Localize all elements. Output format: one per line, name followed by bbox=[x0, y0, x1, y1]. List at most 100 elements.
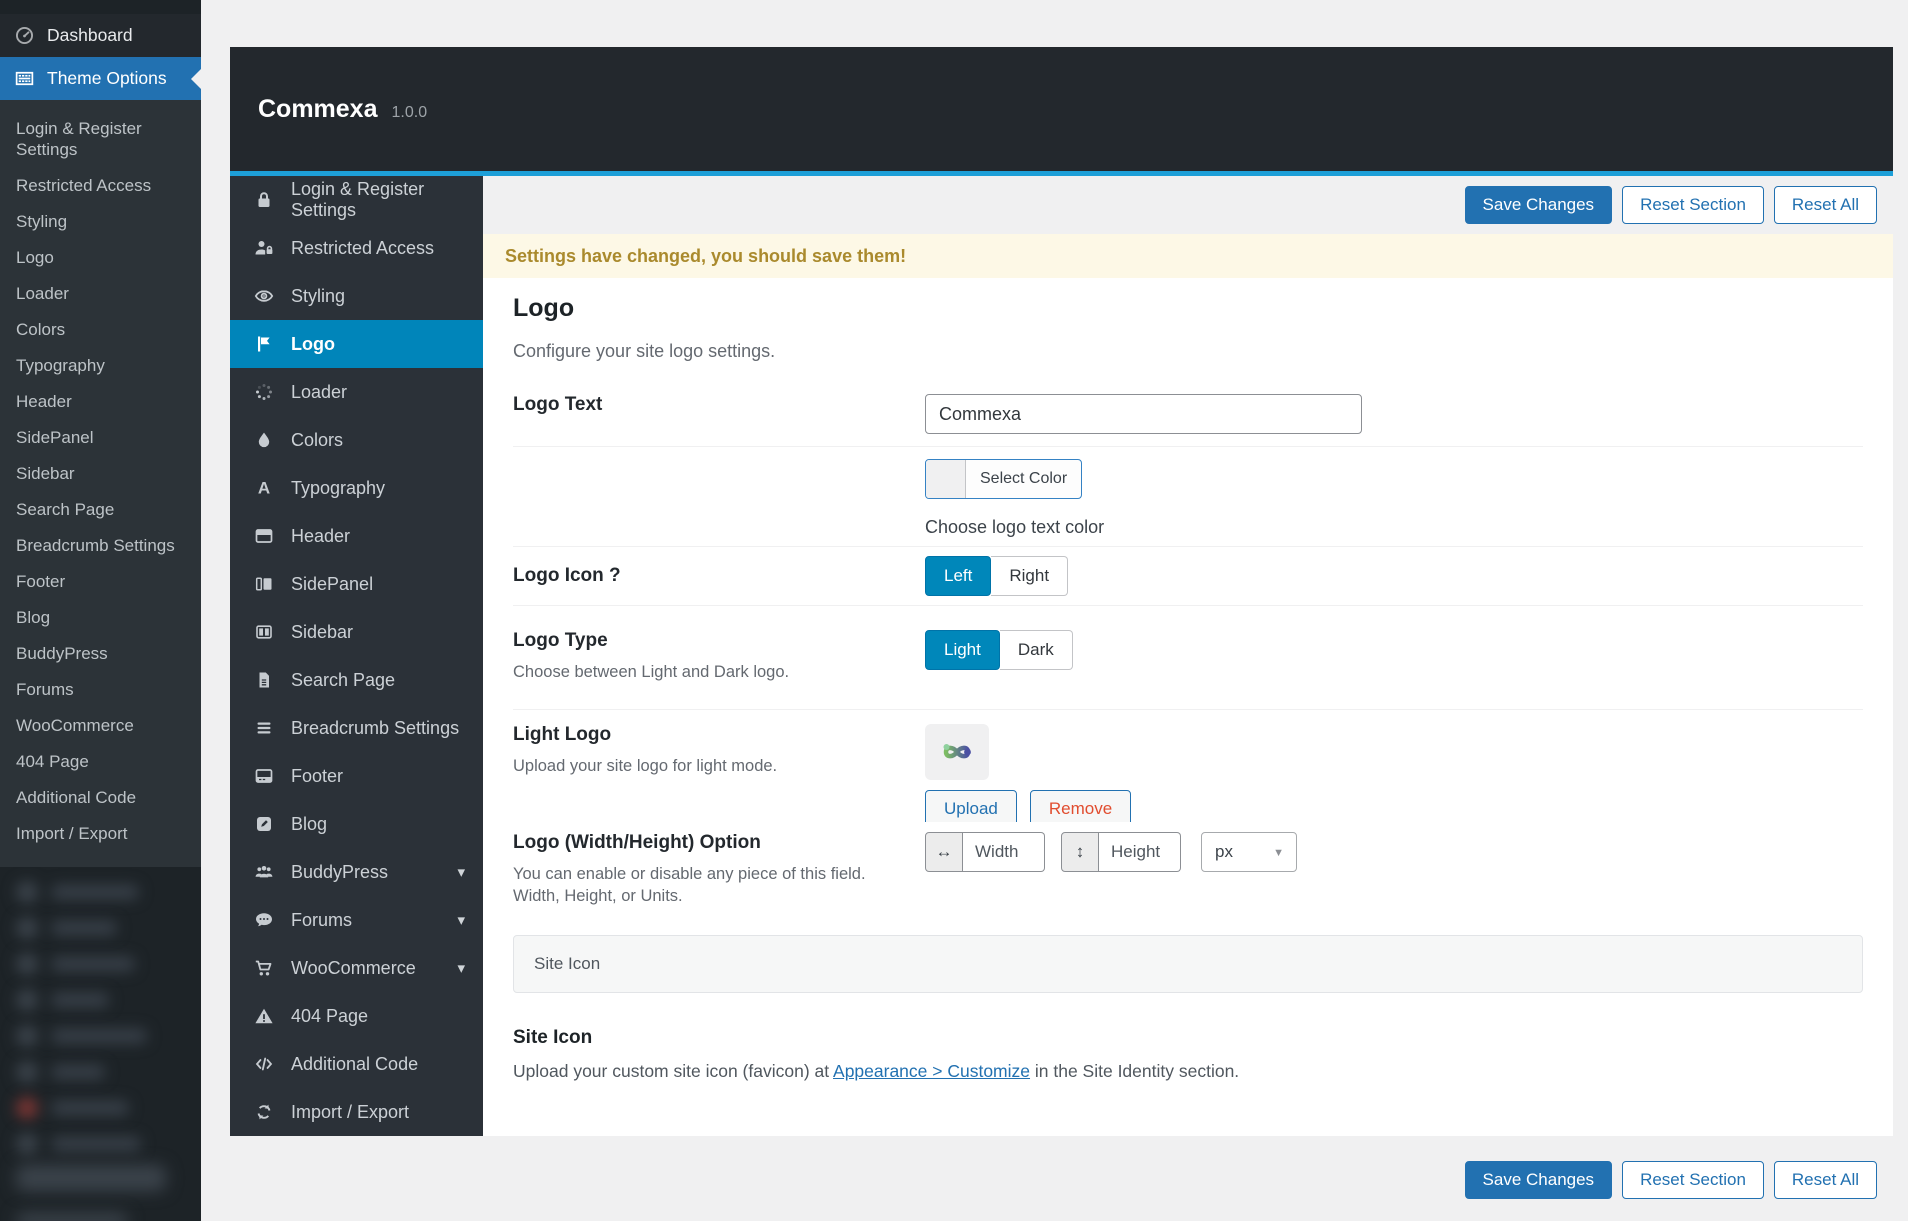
lock-icon bbox=[258, 192, 270, 207]
wp-submenu-item[interactable]: SidePanel bbox=[0, 419, 201, 455]
field-logo-dimensions: Logo (Width/Height) Option You can enabl… bbox=[513, 822, 1863, 907]
wp-menu-dashboard[interactable]: Dashboard bbox=[0, 14, 201, 57]
save-changes-button-bottom[interactable]: Save Changes bbox=[1464, 1161, 1613, 1199]
logo-icon-right-option[interactable]: Right bbox=[991, 556, 1069, 596]
color-swatch bbox=[926, 460, 966, 498]
logo-type-dark-option[interactable]: Dark bbox=[999, 630, 1073, 670]
droplet-icon bbox=[258, 432, 270, 448]
eye-icon bbox=[254, 290, 274, 302]
reset-section-button[interactable]: Reset Section bbox=[1622, 186, 1764, 224]
wp-submenu-item[interactable]: Colors bbox=[0, 311, 201, 347]
wp-submenu-item[interactable]: 404 Page bbox=[0, 743, 201, 779]
options-tab-logo[interactable]: Logo bbox=[230, 320, 483, 368]
options-tab-colors[interactable]: Colors bbox=[230, 416, 483, 464]
logo-text-label: Logo Text bbox=[513, 394, 603, 415]
footer-icon bbox=[255, 769, 273, 783]
wp-submenu-item[interactable]: Blog bbox=[0, 599, 201, 635]
logo-type-light-option[interactable]: Light bbox=[925, 630, 1000, 670]
wp-submenu-item[interactable]: Header bbox=[0, 383, 201, 419]
logo-type-description: Choose between Light and Dark logo. bbox=[513, 663, 790, 681]
pencil-icon bbox=[257, 817, 271, 831]
options-tab-buddypress[interactable]: BuddyPress ▾ bbox=[230, 848, 483, 896]
light-logo-preview[interactable] bbox=[925, 724, 989, 780]
code-icon bbox=[255, 1057, 273, 1071]
field-logo-text: Logo Text bbox=[513, 362, 1863, 447]
options-tab-forums[interactable]: Forums ▾ bbox=[230, 896, 483, 944]
warning-icon bbox=[255, 1008, 273, 1024]
sidebar-columns-icon bbox=[256, 625, 272, 639]
logo-type-label: Logo Type bbox=[513, 630, 608, 651]
unit-select[interactable]: px ▼ bbox=[1201, 832, 1297, 872]
select-color-button[interactable]: Select Color bbox=[925, 459, 1083, 499]
appearance-customize-link[interactable]: Appearance > Customize bbox=[833, 1061, 1030, 1081]
chevron-down-icon[interactable]: ▾ bbox=[457, 959, 465, 977]
panel-version: 1.0.0 bbox=[391, 104, 428, 121]
sidepanel-icon bbox=[255, 577, 272, 591]
options-tab-loader[interactable]: Loader bbox=[230, 368, 483, 416]
options-tab-breadcrumb-settings[interactable]: Breadcrumb Settings bbox=[230, 704, 483, 752]
options-tab-404-page[interactable]: 404 Page bbox=[230, 992, 483, 1040]
wp-submenu-item[interactable]: Logo bbox=[0, 239, 201, 275]
options-tab-typography[interactable]: A Typography bbox=[230, 464, 483, 512]
options-tab-blog[interactable]: Blog bbox=[230, 800, 483, 848]
wp-submenu-item[interactable]: Search Page bbox=[0, 491, 201, 527]
reset-all-button[interactable]: Reset All bbox=[1773, 186, 1877, 224]
upload-button[interactable]: Upload bbox=[925, 790, 1017, 822]
chevron-down-icon[interactable]: ▾ bbox=[457, 863, 465, 881]
section-description: Configure your site logo settings. bbox=[513, 341, 776, 361]
dimensions-label: Logo (Width/Height) Option bbox=[513, 832, 761, 853]
options-tab-styling[interactable]: Styling bbox=[230, 272, 483, 320]
options-tab-additional-code[interactable]: Additional Code bbox=[230, 1040, 483, 1088]
options-tab-import-export[interactable]: Import / Export bbox=[230, 1088, 483, 1136]
menu-lines-icon bbox=[257, 722, 271, 734]
light-logo-description: Upload your site logo for light mode. bbox=[513, 757, 778, 775]
wp-submenu-item[interactable]: Footer bbox=[0, 563, 201, 599]
options-tab-restricted-access[interactable]: Restricted Access bbox=[230, 224, 483, 272]
reset-all-button-bottom[interactable]: Reset All bbox=[1773, 1161, 1877, 1199]
wp-submenu-item[interactable]: Loader bbox=[0, 275, 201, 311]
wp-submenu-item[interactable]: Import / Export bbox=[0, 815, 201, 851]
wp-submenu-item[interactable]: Typography bbox=[0, 347, 201, 383]
wp-submenu-item[interactable]: Styling bbox=[0, 203, 201, 239]
logo-icon-left-option[interactable]: Left bbox=[925, 556, 992, 596]
options-tab-footer[interactable]: Footer bbox=[230, 752, 483, 800]
options-tab-header[interactable]: Header bbox=[230, 512, 483, 560]
width-input[interactable] bbox=[963, 832, 1045, 872]
width-arrow-icon: ↔ bbox=[925, 832, 963, 872]
light-logo-label: Light Logo bbox=[513, 724, 612, 745]
wp-submenu-item[interactable]: Sidebar bbox=[0, 455, 201, 491]
field-light-logo: Light Logo Upload your site logo for lig… bbox=[513, 710, 1863, 822]
wp-submenu-item[interactable]: Forums bbox=[0, 671, 201, 707]
wp-submenu-item[interactable]: BuddyPress bbox=[0, 635, 201, 671]
options-tab-login-register[interactable]: Login & Register Settings bbox=[230, 176, 483, 224]
save-changes-button[interactable]: Save Changes bbox=[1464, 186, 1613, 224]
svg-text:A: A bbox=[258, 479, 270, 498]
wp-theme-options-submenu: Login & Register Settings Restricted Acc… bbox=[0, 100, 201, 867]
bottom-toolbar: Save Changes Reset Section Reset All bbox=[230, 1136, 1893, 1221]
wp-submenu-item[interactable]: Restricted Access bbox=[0, 167, 201, 203]
options-tab-search-page[interactable]: Search Page bbox=[230, 656, 483, 704]
logo-text-input[interactable] bbox=[925, 394, 1362, 434]
wp-menu-theme-options[interactable]: Theme Options bbox=[0, 57, 201, 100]
height-input[interactable] bbox=[1099, 832, 1181, 872]
site-icon-description: Upload your custom site icon (favicon) a… bbox=[513, 1061, 1240, 1081]
options-tab-woocommerce[interactable]: WooCommerce ▾ bbox=[230, 944, 483, 992]
wp-submenu-item[interactable]: Breadcrumb Settings bbox=[0, 527, 201, 563]
chevron-down-icon[interactable]: ▾ bbox=[457, 911, 465, 929]
section-content: Logo Configure your site logo settings. … bbox=[483, 278, 1893, 1136]
header-icon bbox=[255, 529, 273, 543]
site-icon-bar[interactable]: Site Icon bbox=[513, 935, 1863, 993]
wp-submenu-item[interactable]: Login & Register Settings bbox=[0, 110, 201, 167]
dashboard-gauge-icon bbox=[15, 26, 34, 45]
wp-submenu-item[interactable]: WooCommerce bbox=[0, 707, 201, 743]
options-tab-sidepanel[interactable]: SidePanel bbox=[230, 560, 483, 608]
reset-section-button-bottom[interactable]: Reset Section bbox=[1622, 1161, 1764, 1199]
height-input-group: ↕ bbox=[1061, 832, 1181, 872]
height-arrow-icon: ↕ bbox=[1061, 832, 1099, 872]
flag-icon bbox=[258, 336, 270, 352]
options-tab-sidebar[interactable]: Sidebar bbox=[230, 608, 483, 656]
remove-button[interactable]: Remove bbox=[1029, 790, 1132, 822]
theme-options-panel: Commexa 1.0.0 Login & Register Settings … bbox=[230, 47, 1893, 1221]
infinity-logo-image bbox=[943, 744, 971, 759]
wp-submenu-item[interactable]: Additional Code bbox=[0, 779, 201, 815]
